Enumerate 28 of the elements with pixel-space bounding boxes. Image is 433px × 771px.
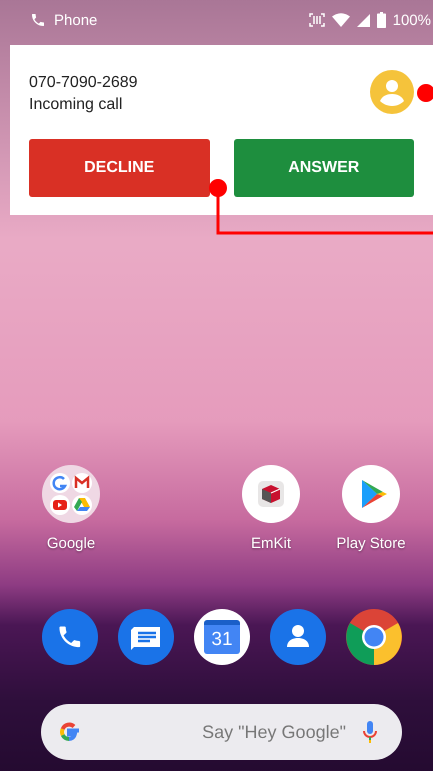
- app-label[interactable]: Google: [46, 535, 96, 552]
- annotation-marker: [209, 179, 227, 197]
- search-field[interactable]: Say "Hey Google": [83, 720, 362, 744]
- signal-icon: [356, 14, 370, 26]
- notification-app-label: Phone: [54, 12, 98, 28]
- contact-avatar-icon: [370, 70, 414, 114]
- phone-icon: [30, 12, 46, 28]
- answer-button[interactable]: ANSWER: [234, 139, 414, 197]
- app-label[interactable]: Play Store: [336, 535, 406, 552]
- annotation-marker: [417, 84, 433, 102]
- caller-number: 070-7090-2689: [29, 73, 138, 93]
- chrome-icon[interactable]: [346, 609, 402, 665]
- contacts-icon[interactable]: [270, 609, 326, 665]
- app-folder-icon[interactable]: [42, 465, 100, 523]
- microphone-icon: [362, 719, 378, 745]
- battery-icon: [376, 12, 386, 28]
- phone-icon[interactable]: [42, 609, 98, 665]
- play-store-icon[interactable]: [342, 465, 400, 523]
- scanner-icon: [308, 13, 325, 27]
- emkit-logo-icon[interactable]: [242, 465, 300, 523]
- app-label[interactable]: EmKit: [250, 535, 291, 552]
- decline-button[interactable]: DECLINE: [29, 139, 210, 197]
- battery-percent: 100%: [392, 12, 431, 28]
- call-status: Incoming call: [29, 95, 124, 115]
- search-bar[interactable]: Say "Hey Google": [41, 704, 402, 760]
- wifi-icon: [332, 13, 350, 27]
- calendar-icon[interactable]: 31: [194, 609, 250, 665]
- message-bubble-icon[interactable]: [118, 609, 174, 665]
